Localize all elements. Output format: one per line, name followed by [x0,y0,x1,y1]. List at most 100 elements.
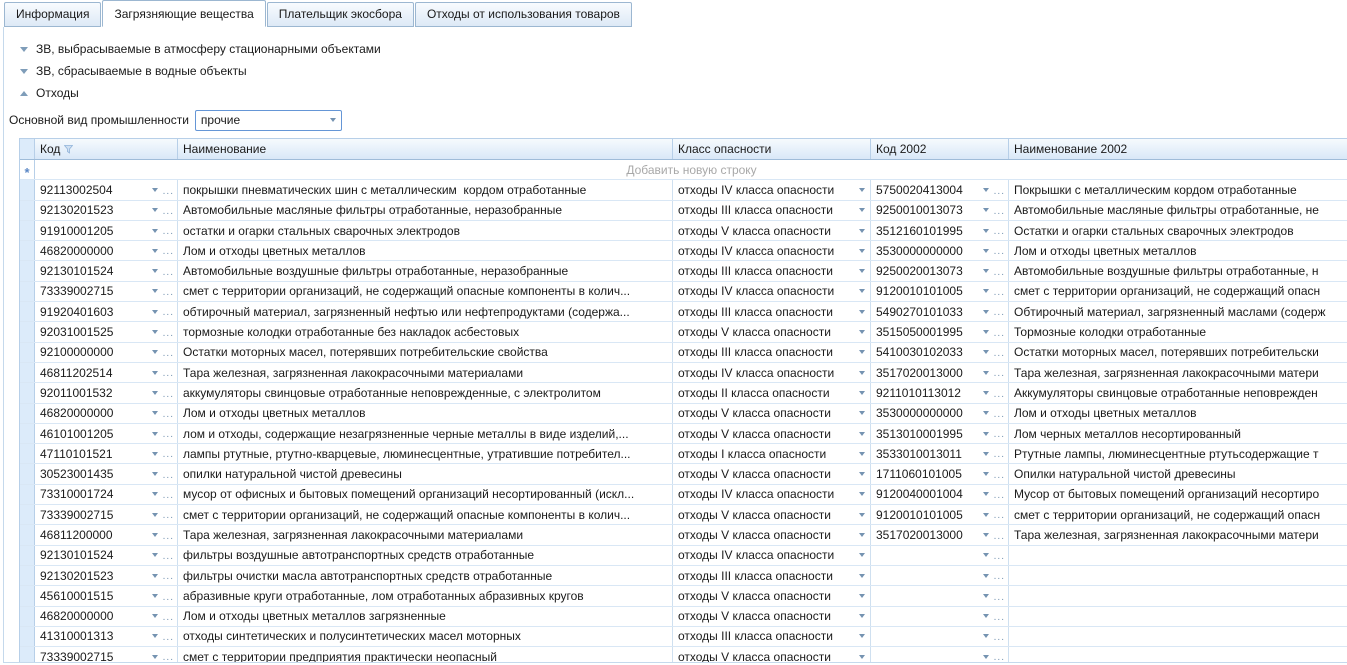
add-new-row[interactable]: * Добавить новую строку [20,160,1347,180]
name2002-cell[interactable] [1009,566,1347,585]
ellipsis-button[interactable] [994,391,1005,403]
column-header-code[interactable]: Код [35,139,178,159]
row-indicator[interactable] [20,343,35,362]
dropdown-arrow-icon[interactable] [859,574,865,578]
dropdown-arrow-icon[interactable] [859,350,865,354]
dropdown-arrow-icon[interactable] [152,188,158,192]
dropdown-arrow-icon[interactable] [152,289,158,293]
table-row[interactable]: 92100000000 Остатки моторных масел, поте… [20,343,1347,363]
name2002-cell[interactable]: смет с территории организаций, не содерж… [1009,282,1347,301]
table-row[interactable]: 92130201523 Автомобильные масляные фильт… [20,201,1347,221]
code-cell[interactable]: 92031001525 [35,322,178,341]
hazard-class-cell[interactable]: отходы IV класса опасности [673,180,871,199]
code2002-cell[interactable]: 9250020013073 [871,261,1009,280]
collapse-arrow-icon[interactable] [20,47,28,52]
dropdown-arrow-icon[interactable] [859,553,865,557]
dropdown-arrow-icon[interactable] [983,289,989,293]
name2002-cell[interactable]: смет с территории организаций, не содерж… [1009,505,1347,524]
code-cell[interactable]: 30523001435 [35,464,178,483]
hazard-class-cell[interactable]: отходы V класса опасности [673,424,871,443]
dropdown-arrow-icon[interactable] [152,614,158,618]
ellipsis-button[interactable] [994,309,1005,321]
dropdown-arrow-icon[interactable] [152,229,158,233]
ellipsis-button[interactable] [994,411,1005,423]
ellipsis-button[interactable] [163,248,174,260]
ellipsis-button[interactable] [994,512,1005,524]
code-cell[interactable]: 46820000000 [35,607,178,626]
table-row[interactable]: 30523001435 опилки натуральной чистой др… [20,464,1347,484]
industry-combobox[interactable]: прочие [195,110,342,131]
dropdown-arrow-icon[interactable] [983,553,989,557]
hazard-class-cell[interactable]: отходы II класса опасности [673,383,871,402]
code-cell[interactable]: 41310001313 [35,627,178,646]
name2002-cell[interactable]: Покрышки с металлическим кордом отработа… [1009,180,1347,199]
ellipsis-button[interactable] [163,370,174,382]
row-indicator[interactable] [20,322,35,341]
ellipsis-button[interactable] [994,472,1005,484]
row-indicator[interactable] [20,647,35,663]
dropdown-arrow-icon[interactable] [152,655,158,659]
dropdown-arrow-icon[interactable] [152,411,158,415]
table-row[interactable]: 46811200000 Тара железная, загрязненная … [20,525,1347,545]
dropdown-arrow-icon[interactable] [152,208,158,212]
hazard-class-cell[interactable]: отходы IV класса опасности [673,485,871,504]
hazard-class-cell[interactable]: отходы V класса опасности [673,647,871,663]
ellipsis-button[interactable] [994,492,1005,504]
code2002-cell[interactable] [871,566,1009,585]
name2002-cell[interactable]: Автомобильные воздушные фильтры отработа… [1009,261,1347,280]
ellipsis-button[interactable] [163,289,174,301]
dropdown-arrow-icon[interactable] [983,533,989,537]
dropdown-arrow-icon[interactable] [983,411,989,415]
code2002-cell[interactable] [871,546,1009,565]
dropdown-arrow-icon[interactable] [983,371,989,375]
hazard-class-cell[interactable]: отходы III класса опасности [673,627,871,646]
hazard-class-cell[interactable]: отходы V класса опасности [673,221,871,240]
code2002-cell[interactable]: 9120010101005 [871,282,1009,301]
code-cell[interactable]: 92100000000 [35,343,178,362]
ellipsis-button[interactable] [163,654,174,663]
table-row[interactable]: 92130201523 фильтры очистки масла автотр… [20,566,1347,586]
name-cell[interactable]: Тара железная, загрязненная лакокрасочны… [178,363,673,382]
dropdown-arrow-icon[interactable] [152,249,158,253]
ellipsis-button[interactable] [994,614,1005,626]
ellipsis-button[interactable] [163,330,174,342]
dropdown-arrow-icon[interactable] [983,432,989,436]
code2002-cell[interactable]: 5490270101033 [871,302,1009,321]
name2002-cell[interactable]: Лом и отходы цветных металлов [1009,404,1347,423]
name-cell[interactable]: опилки натуральной чистой древесины [178,464,673,483]
name2002-cell[interactable]: Остатки моторных масел, потерявших потре… [1009,343,1347,362]
row-indicator[interactable] [20,566,35,585]
table-row[interactable]: 73310001724 мусор от офисных и бытовых п… [20,485,1347,505]
name-cell[interactable]: фильтры очистки масла автотранспортных с… [178,566,673,585]
hazard-class-cell[interactable]: отходы III класса опасности [673,343,871,362]
tab-ecofee-payer[interactable]: Плательщик экосбора [267,2,414,27]
name-cell[interactable]: смет с территории организаций, не содерж… [178,282,673,301]
tab-goods-waste[interactable]: Отходы от использования товаров [415,2,632,27]
code2002-cell[interactable] [871,607,1009,626]
name2002-cell[interactable]: Автомобильные масляные фильтры отработан… [1009,201,1347,220]
code2002-cell[interactable] [871,647,1009,663]
dropdown-arrow-icon[interactable] [983,188,989,192]
hazard-class-cell[interactable]: отходы V класса опасности [673,505,871,524]
row-indicator[interactable] [20,505,35,524]
code2002-cell[interactable]: 9120010101005 [871,505,1009,524]
dropdown-arrow-icon[interactable] [983,249,989,253]
hazard-class-cell[interactable]: отходы III класса опасности [673,261,871,280]
row-indicator[interactable] [20,261,35,280]
code-cell[interactable]: 46820000000 [35,404,178,423]
dropdown-arrow-icon[interactable] [859,391,865,395]
row-indicator[interactable] [20,383,35,402]
name2002-cell[interactable] [1009,586,1347,605]
dropdown-arrow-icon[interactable] [152,634,158,638]
ellipsis-button[interactable] [994,654,1005,663]
dropdown-arrow-icon[interactable] [983,614,989,618]
ellipsis-button[interactable] [994,573,1005,585]
code-cell[interactable]: 47110101521 [35,444,178,463]
dropdown-arrow-icon[interactable] [152,594,158,598]
name2002-cell[interactable]: Мусор от бытовых помещений организаций н… [1009,485,1347,504]
code-cell[interactable]: 92011001532 [35,383,178,402]
row-indicator[interactable] [20,302,35,321]
table-row[interactable]: 91920401603 обтирочный материал, загрязн… [20,302,1347,322]
ellipsis-button[interactable] [994,330,1005,342]
table-row[interactable]: 46820000000 Лом и отходы цветных металло… [20,607,1347,627]
